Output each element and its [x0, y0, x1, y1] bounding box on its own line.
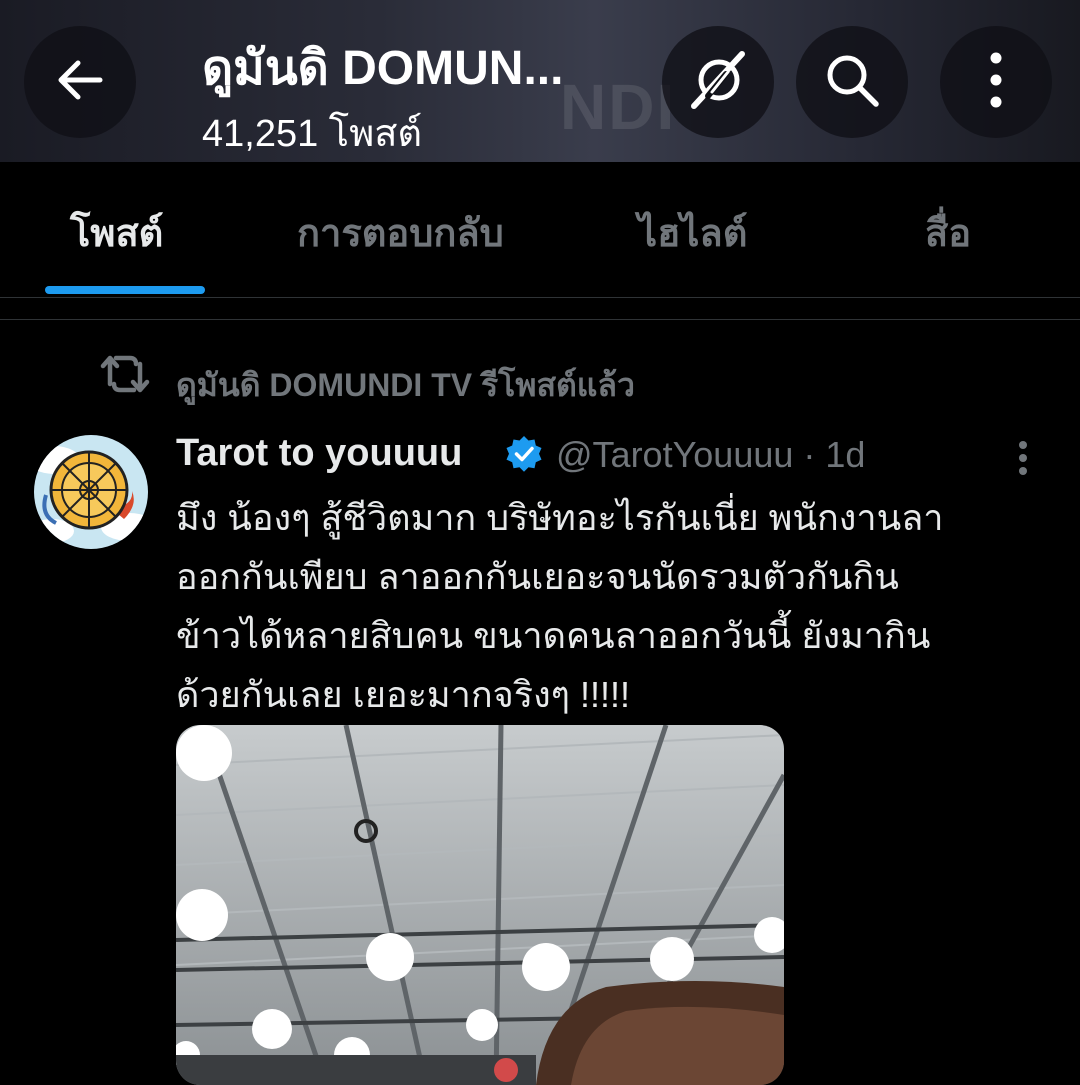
repost-icon [100, 352, 150, 400]
more-vertical-icon [986, 50, 1006, 114]
search-button[interactable] [796, 26, 908, 138]
profile-title: ดูมันดิ DOMUN... [202, 42, 564, 95]
post-media-image[interactable] [176, 725, 784, 1085]
grok-icon [686, 48, 750, 116]
grok-button[interactable] [662, 26, 774, 138]
post-text-line: มึง น้องๆ สู้ชีวิตมาก บริษัทอะไรกันเนี่ย… [176, 497, 944, 538]
divider [0, 319, 1080, 320]
back-button[interactable] [24, 26, 136, 138]
tab-media[interactable]: สื่อ [925, 202, 971, 263]
search-icon [822, 50, 882, 114]
profile-header: NDI ดูมันดิ DOMUN... 41,251 โพสต์ [0, 0, 1080, 162]
header-banner-text: NDI [560, 71, 677, 143]
post-text-line: ข้าวได้หลายสิบคน ขนาดคนลาออกวันนี้ ยังมา… [176, 615, 931, 656]
verified-badge-icon [504, 434, 544, 478]
post-text-line: ด้วยกันเลย เยอะมากจริงๆ !!!!! [176, 674, 631, 715]
tab-posts[interactable]: โพสต์ [70, 202, 163, 263]
arrow-left-icon [52, 52, 108, 112]
post-count: 41,251 โพสต์ [202, 113, 423, 155]
avatar[interactable] [34, 435, 148, 549]
repost-label: ดูมันดิ DOMUNDI TV รีโพสต์แล้ว [176, 367, 635, 403]
author-name[interactable]: Tarot to youuuu [176, 432, 462, 475]
tab-replies[interactable]: การตอบกลับ [297, 202, 504, 263]
post-text: มึง น้องๆ สู้ชีวิตมาก บริษัทอะไรกันเนี่ย… [176, 488, 1056, 724]
more-options-button[interactable] [940, 26, 1052, 138]
more-vertical-icon[interactable] [1012, 440, 1034, 480]
profile-tabs: โพสต์ การตอบกลับ ไฮไลต์ สื่อ [0, 162, 1080, 298]
active-tab-indicator [45, 286, 205, 294]
author-handle-time[interactable]: @TarotYouuuu · 1d [556, 434, 865, 476]
tab-highlights[interactable]: ไฮไลต์ [638, 202, 747, 263]
post-text-line: ออกกันเพียบ ลาออกกันเยอะจนนัดรวมตัวกันกิ… [176, 556, 899, 597]
